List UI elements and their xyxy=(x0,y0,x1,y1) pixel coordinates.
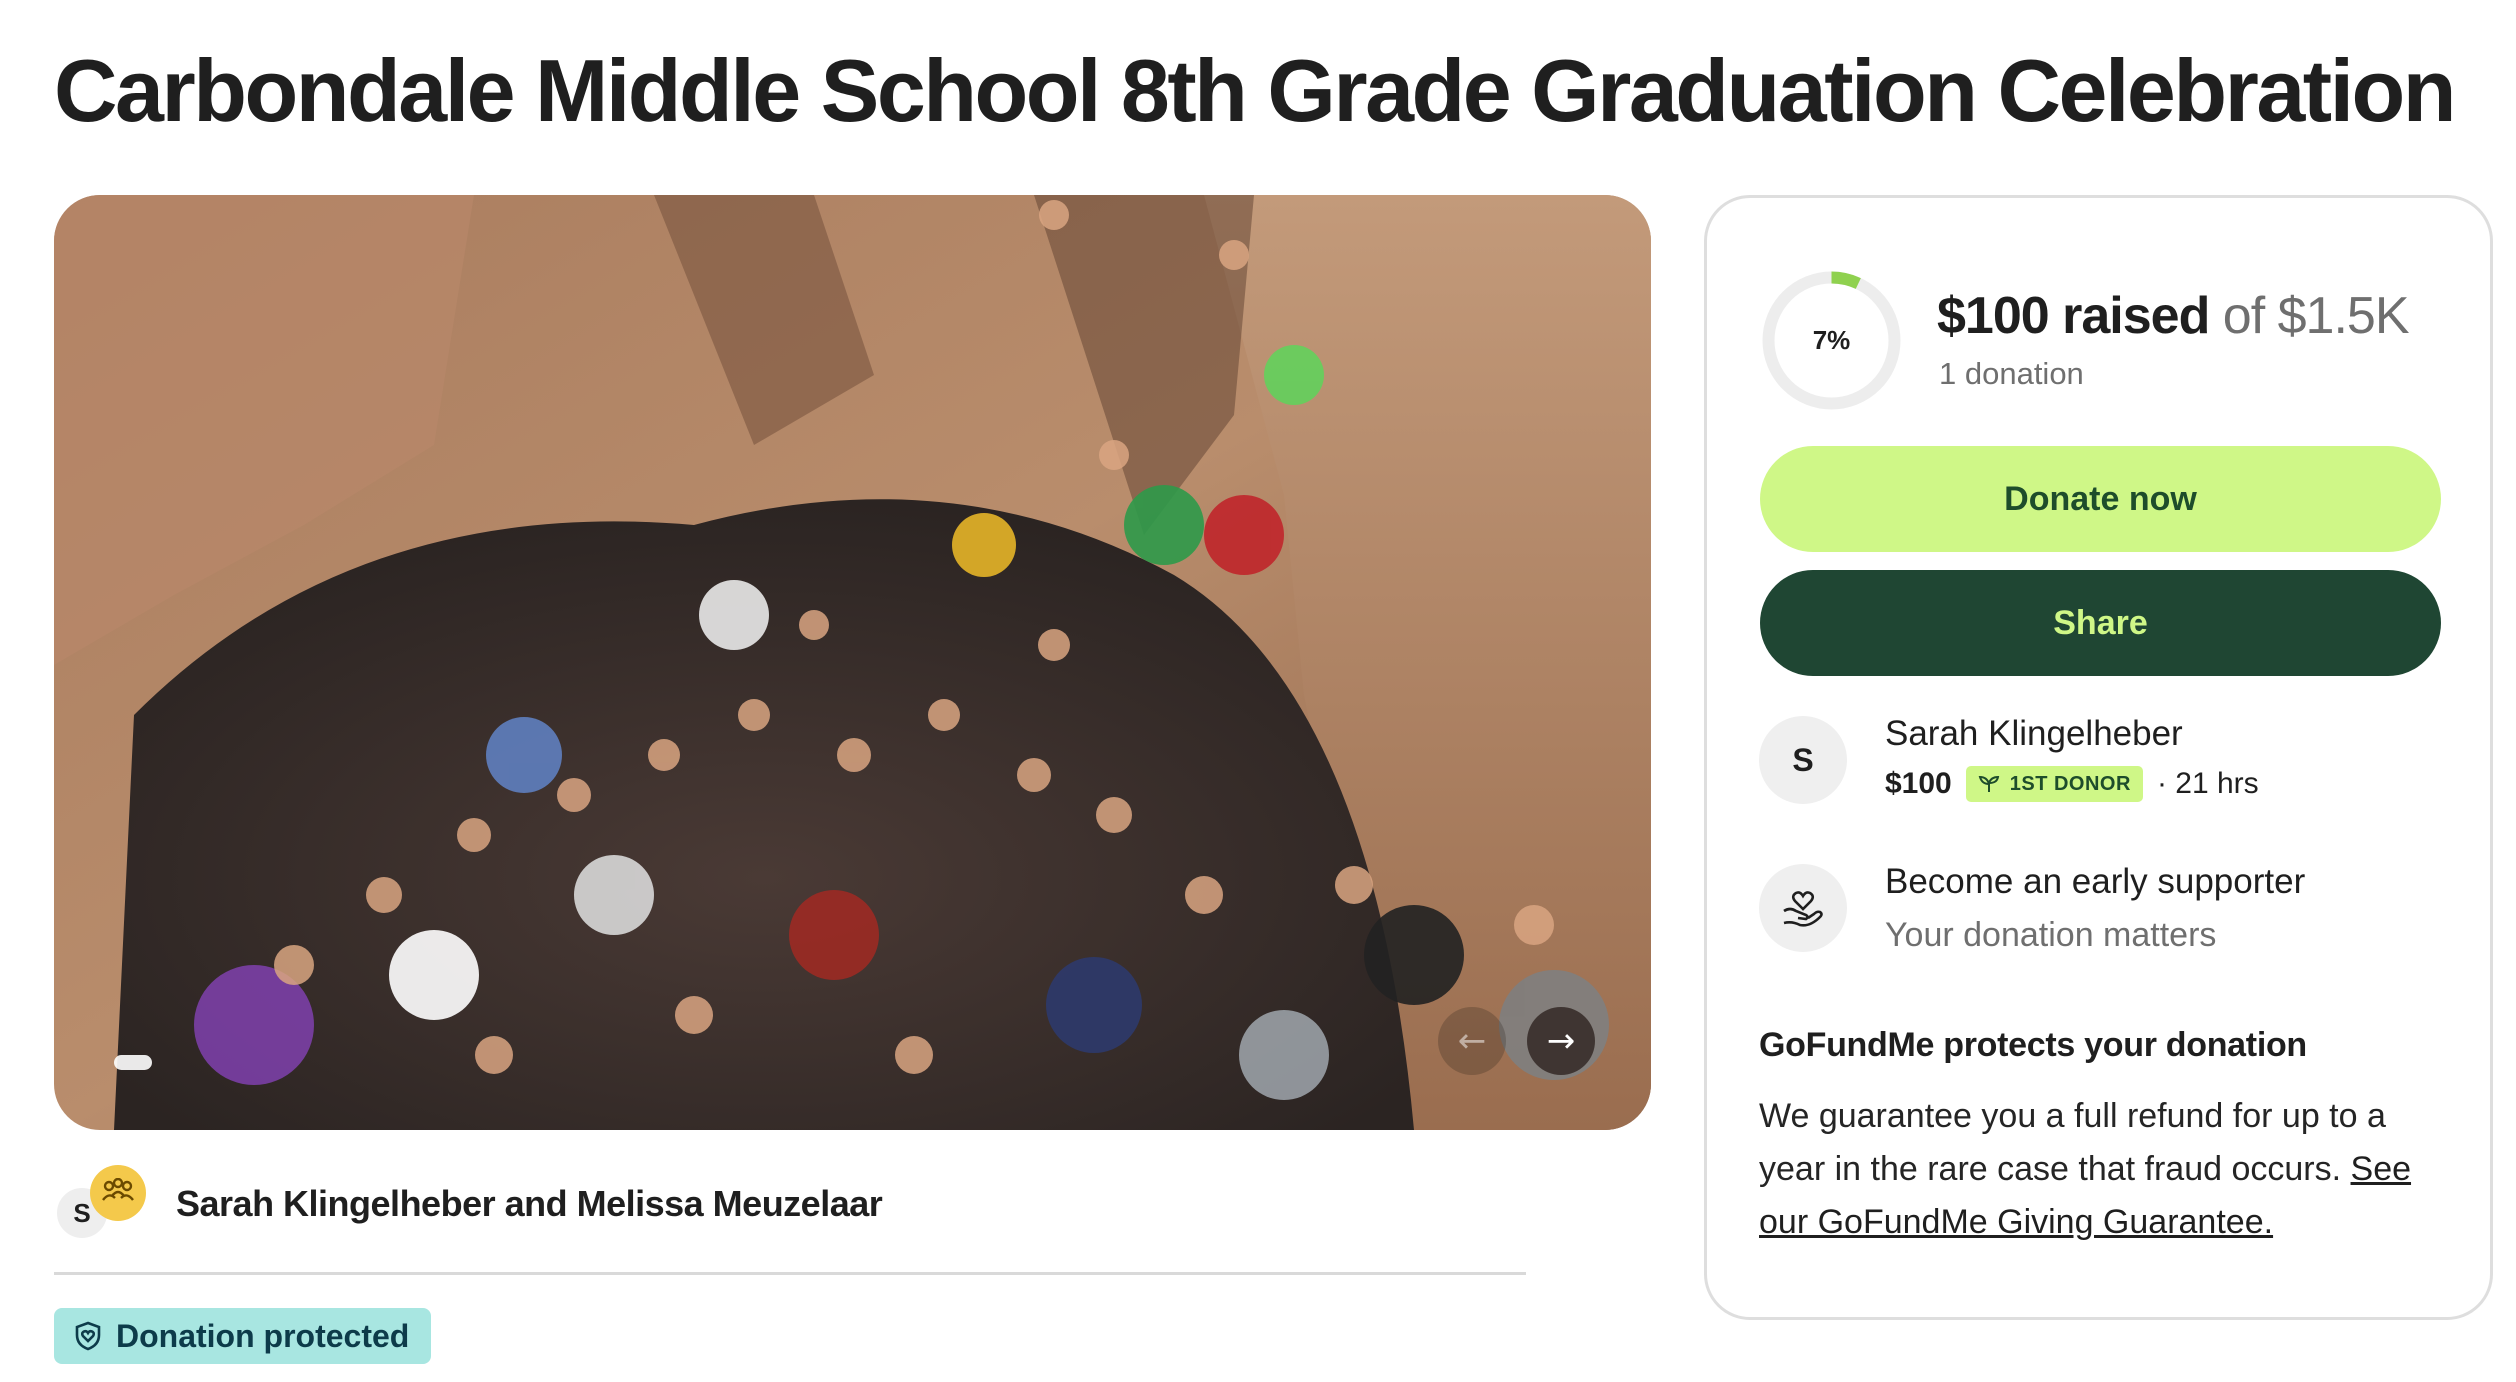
guarantee-title: GoFundMe protects your donation xyxy=(1759,1026,2307,1064)
heart-hand-icon xyxy=(1759,864,1847,952)
sprout-icon xyxy=(1978,775,1999,792)
goal-amount: of $1.5K xyxy=(2222,287,2410,345)
donation-protected-label: Donation protected xyxy=(116,1317,410,1354)
donate-now-button[interactable]: Donate now xyxy=(1760,446,2441,552)
donor-meta: $100 1ST DONOR · 21 hrs xyxy=(1885,766,2259,802)
donor-name: Sarah Klingelheber xyxy=(1885,714,2183,753)
donation-count: 1 donation xyxy=(1939,356,2084,391)
donation-sidebar-card: 7% $100 raised of $1.5K 1 donation Donat… xyxy=(1704,195,2493,1320)
arrow-right-icon[interactable]: → xyxy=(1527,1007,1595,1075)
team-icon xyxy=(90,1165,146,1221)
progress-percent: 7% xyxy=(1812,325,1851,355)
guarantee-body: We guarantee you a full refund for up to… xyxy=(1759,1090,2459,1249)
donation-protected-badge[interactable]: Donation protected xyxy=(54,1308,432,1364)
early-supporter-title: Become an early supporter xyxy=(1885,862,2306,901)
shield-heart-icon xyxy=(75,1321,101,1351)
first-donor-label: 1ST DONOR xyxy=(2009,772,2131,795)
amount-raised: $100 raised xyxy=(1937,287,2210,345)
group-photo-image xyxy=(54,195,1651,1130)
organizer-row[interactable]: S Sarah Klingelheber and Melissa Meuzela… xyxy=(54,1165,1526,1275)
share-button[interactable]: Share xyxy=(1760,570,2441,676)
amount-raised-line: $100 raised of $1.5K xyxy=(1937,286,2410,346)
carousel-indicator[interactable] xyxy=(114,1055,152,1070)
first-donor-badge: 1ST DONOR xyxy=(1965,766,2143,802)
guarantee-text: We guarantee you a full refund for up to… xyxy=(1759,1097,2386,1188)
page-title: Carbondale Middle School 8th Grade Gradu… xyxy=(54,41,2457,140)
campaign-photo[interactable]: ← → xyxy=(54,195,1651,1130)
arrow-left-icon[interactable]: ← xyxy=(1438,1007,1506,1075)
donor-amount: $100 xyxy=(1885,767,1952,800)
progress-ring: 7% xyxy=(1759,268,1904,413)
donor-avatar: S xyxy=(1759,716,1847,804)
early-supporter-subtitle: Your donation matters xyxy=(1885,916,2217,954)
organizer-names[interactable]: Sarah Klingelheber and Melissa Meuzelaar xyxy=(176,1183,883,1225)
donation-time: · 21 hrs xyxy=(2156,767,2259,800)
